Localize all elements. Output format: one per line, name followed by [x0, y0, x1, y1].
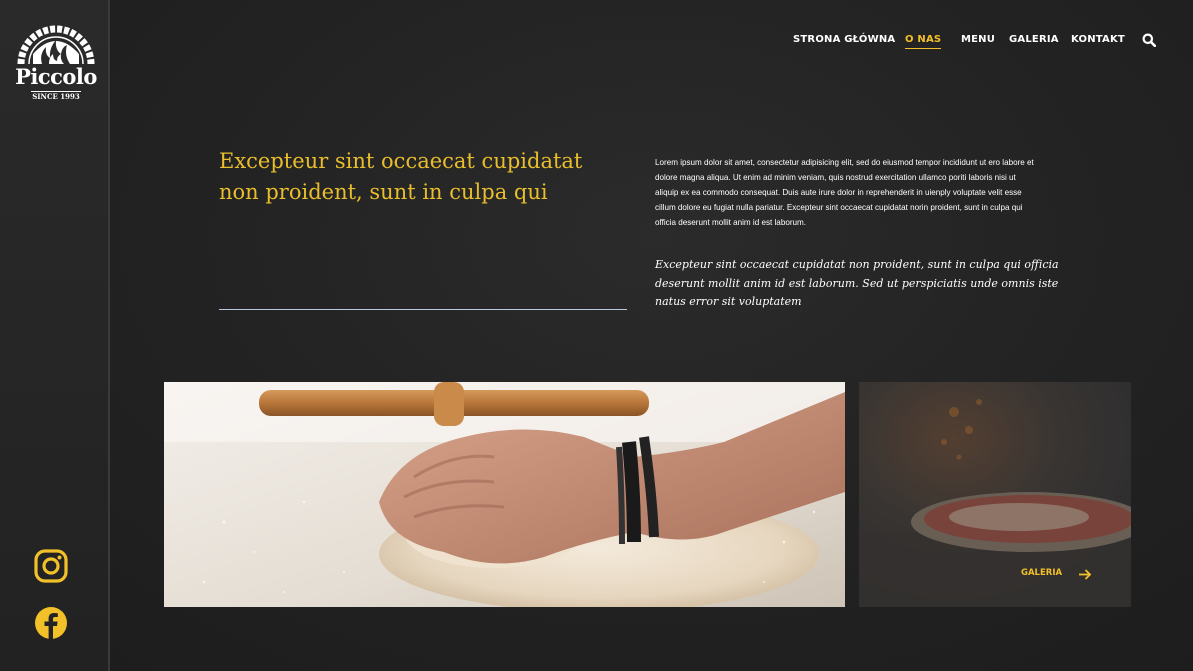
body-line: Lorem ipsum dolor sit amet, consectetur …	[655, 158, 1034, 167]
arrow-right-icon[interactable]	[1078, 568, 1092, 581]
nav-item-label: O NAS	[905, 34, 942, 45]
logo-tagline: SINCE 1993	[31, 91, 81, 101]
headline-line-1: Excepteur sint occaecat cupidatat	[219, 149, 583, 173]
search-icon[interactable]	[1142, 33, 1157, 48]
quote-line: deserunt mollit anim id est laborum. Sed…	[655, 276, 1059, 290]
nav-item-kontakt[interactable]: KONTAKT	[1071, 34, 1125, 45]
body-line: aliquip ex ea commodo consequat. Duis au…	[655, 188, 1022, 197]
quote-line: natus error sit voluptatem	[655, 295, 802, 308]
body-line: officia deserunt mollit anim id est labo…	[655, 218, 807, 227]
gallery-link[interactable]: GALERIA	[1021, 568, 1062, 582]
main-nav: STRONA GŁÓWNA O NAS MENU GALERIA KONTAKT	[0, 34, 1193, 54]
nav-item-o-nas[interactable]: O NAS	[905, 34, 942, 49]
facebook-icon[interactable]	[33, 605, 69, 641]
about-headline: Excepteur sint occaecat cupidatat non pr…	[219, 146, 629, 208]
nav-item-galeria[interactable]: GALERIA	[1009, 34, 1059, 45]
headline-divider	[219, 309, 627, 310]
active-underline	[905, 48, 942, 49]
headline-line-2: non proident, sunt in culpa qui	[219, 180, 548, 204]
instagram-icon[interactable]	[33, 548, 69, 584]
about-quote: Excepteur sint occaecat cupidatat non pr…	[655, 256, 1065, 312]
body-line: dolore magna aliqua. Ut enim ad minim ve…	[655, 173, 1016, 182]
sidebar: Piccolo SINCE 1993	[0, 0, 110, 671]
quote-line: Excepteur sint occaecat cupidatat non pr…	[655, 258, 1059, 271]
nav-item-menu[interactable]: MENU	[961, 34, 995, 45]
dough-kneading-photo	[164, 382, 845, 607]
about-body-text: Lorem ipsum dolor sit amet, consectetur …	[655, 155, 1067, 230]
logo-wordmark: Piccolo	[15, 64, 97, 89]
piccolo-logo[interactable]: Piccolo SINCE 1993	[9, 14, 103, 102]
nav-item-strona-glowna[interactable]: STRONA GŁÓWNA	[793, 34, 895, 45]
body-line: cillum dolore eu fugiat nulla pariatur. …	[655, 203, 1023, 212]
